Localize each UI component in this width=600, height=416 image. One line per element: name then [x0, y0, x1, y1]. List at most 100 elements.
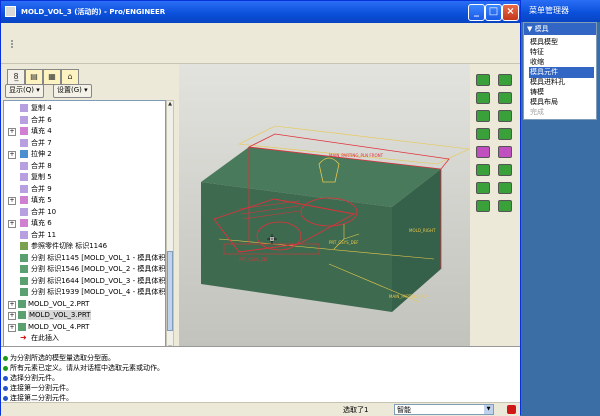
volume-tool-icon[interactable]: [476, 128, 490, 140]
tree-item[interactable]: + MOLD_VOL_2.PRT: [4, 299, 165, 309]
curve-tool-icon[interactable]: [498, 110, 512, 122]
tree-expand-icon[interactable]: +: [8, 220, 16, 228]
tree-item[interactable]: 合并 10: [4, 207, 165, 217]
fill-icon: [20, 219, 28, 227]
fill-icon: [20, 196, 28, 204]
message-bullet-icon: [3, 375, 8, 381]
menu-section-header[interactable]: ▼ 模具: [524, 23, 596, 35]
tree-item[interactable]: + MOLD_VOL_4.PRT: [4, 322, 165, 332]
split-icon: [20, 276, 28, 285]
settings-dropdown[interactable]: 设置(G) ▾: [53, 84, 92, 98]
tree-item[interactable]: 分割 标识1644 [MOLD_VOL_3 - 模具体积 块]: [4, 276, 166, 286]
app-icon: [5, 6, 16, 17]
tree-item[interactable]: + 填充 6: [4, 218, 165, 228]
tree-item-label: 分割 标识1546 [MOLD_VOL_2 - 模具体积 块]: [31, 265, 166, 273]
menu-manager-window: 菜单管理器 ▼ 模具 模具模型 特征 收缩 模具元件 模具进料孔 铸模 模具布局 完成: [521, 0, 600, 415]
split-icon: [20, 265, 28, 273]
tree-item[interactable]: 合并 11: [4, 230, 165, 240]
message-line: 为分割所选的模型量选取分型面。: [3, 353, 115, 363]
tree-item[interactable]: 合并 8: [4, 161, 165, 171]
tree-expand-icon[interactable]: +: [8, 151, 16, 159]
tree-item[interactable]: 参照零件切除 标识1146: [4, 241, 165, 251]
datum-csys-tool-icon[interactable]: [498, 92, 512, 104]
tree-expand-icon[interactable]: +: [8, 300, 16, 309]
maximize-button[interactable]: □: [485, 4, 502, 21]
tree-expand-icon[interactable]: +: [8, 197, 16, 205]
tree-item[interactable]: 分割 标识1546 [MOLD_VOL_2 - 模具体积 块]: [4, 264, 166, 274]
tree-item-label: 合并 9: [31, 184, 52, 193]
cut-icon: [20, 242, 28, 250]
message-text: 连接第一分割元件。: [10, 384, 73, 392]
close-button[interactable]: ×: [502, 4, 519, 21]
menu-manager-title[interactable]: 菜单管理器: [521, 0, 600, 22]
message-bullet-icon: [3, 365, 8, 371]
tree-scrollbar[interactable]: ▲ ▼: [166, 100, 174, 354]
graphics-window[interactable]: MAIN_PARTING_PLN FRONT MOLD_RIGHT MAIN_P…: [179, 64, 471, 346]
model-tree-tab-icon[interactable]: 8̲: [7, 69, 25, 85]
tree-expand-icon[interactable]: +: [8, 312, 16, 320]
part-icon: [18, 322, 26, 331]
show-dropdown[interactable]: 显示(Q) ▾: [5, 84, 44, 98]
selected-count: 选取了1: [343, 406, 369, 414]
tree-item-label: 分割 标识1644 [MOLD_VOL_3 - 模具体积 块]: [31, 276, 166, 285]
mold-model-view[interactable]: MAIN_PARTING_PLN FRONT MOLD_RIGHT MAIN_P…: [179, 64, 471, 346]
tree-item[interactable]: 分割 标识1939 [MOLD_VOL_4 - 模具体积 块]: [4, 287, 165, 297]
merge-icon: [20, 230, 28, 239]
tree-item[interactable]: 分割 标识1145 [MOLD_VOL_1 - 模具体积 块]: [4, 253, 165, 263]
main-window: MOLD_VOL_3 (活动的) - Pro/ENGINEER _ □ × 8̲…: [0, 0, 521, 416]
stop-icon[interactable]: [507, 405, 516, 414]
tree-item[interactable]: + 填充 5: [4, 195, 165, 205]
runner-tool-icon[interactable]: [476, 200, 490, 212]
tree-item-label: 合并 11: [31, 230, 57, 239]
tree-item[interactable]: 合并 6: [4, 115, 165, 125]
tree-item[interactable]: 复制 4: [4, 103, 165, 113]
filter-dropdown[interactable]: 智能 ▼: [394, 404, 494, 415]
menu-item: 完成: [530, 108, 544, 116]
menu-bar: [1, 23, 520, 36]
folder-browser-tab-icon[interactable]: ▤: [25, 69, 43, 85]
tree-expand-icon[interactable]: +: [8, 128, 16, 136]
scroll-up-icon[interactable]: ▲: [167, 101, 173, 108]
split-icon: [20, 253, 28, 262]
tree-item[interactable]: 复制 5: [4, 172, 165, 182]
tree-expand-icon[interactable]: +: [8, 323, 16, 332]
chevron-down-icon[interactable]: ▼: [484, 405, 493, 414]
cut-tool-icon[interactable]: [476, 146, 490, 158]
extrude-icon: [20, 150, 28, 158]
tree-item-label: MOLD_VOL_2.PRT: [28, 299, 90, 308]
title-bar[interactable]: MOLD_VOL_3 (活动的) - Pro/ENGINEER _ □ ×: [1, 1, 520, 23]
favorites-tab-icon[interactable]: ▦: [43, 69, 61, 85]
copy-icon: [20, 104, 28, 112]
shrink-tool-icon[interactable]: [498, 146, 512, 158]
message-bullet-icon: [3, 355, 8, 361]
insert-arrow-icon: ➜: [20, 333, 27, 342]
model-tree-panel: 8̲ ▤ ▦ ⌂ 显示(Q) ▾ 设置(G) ▾ 复制 4 合并 6 + 填充 4 合并…: [1, 64, 179, 354]
menu-manager-list: ▼ 模具 模具模型 特征 收缩 模具元件 模具进料孔 铸模 模具布局 完成: [523, 22, 597, 120]
datum-point-tool-icon[interactable]: [476, 92, 490, 104]
waterline-tool-icon[interactable]: [498, 200, 512, 212]
extract-tool-icon[interactable]: [476, 164, 490, 176]
tree-item-label: MOLD_VOL_4.PRT: [28, 322, 90, 331]
tree-item[interactable]: 合并 9: [4, 184, 165, 194]
connections-tab-icon[interactable]: ⌂: [61, 69, 79, 85]
tree-item-label: 合并 8: [31, 161, 52, 170]
merge-tool-icon[interactable]: [498, 182, 512, 194]
minimize-button[interactable]: _: [468, 4, 485, 21]
label-bottom: MAIN_PARTING_PLN: [389, 294, 428, 299]
tree-item[interactable]: + MOLD_VOL_3.PRT: [4, 310, 165, 320]
tree-item[interactable]: + 拉伸 2: [4, 149, 165, 159]
tree-item[interactable]: + 填充 4: [4, 126, 165, 136]
message-text: 连接第二分割元件。: [10, 394, 73, 402]
toolbar-grip-icon: [11, 40, 19, 48]
scroll-thumb[interactable]: [167, 251, 173, 331]
tree-item-label: 复制 5: [31, 173, 52, 181]
datum-plane-tool-icon[interactable]: [476, 74, 490, 86]
tree-item[interactable]: ➜ 在此插入: [4, 333, 165, 343]
datum-axis-tool-icon[interactable]: [498, 74, 512, 86]
split-tool-icon[interactable]: [498, 128, 512, 140]
sketch-tool-icon[interactable]: [476, 110, 490, 122]
surface-tool-icon[interactable]: [498, 164, 512, 176]
message-line: 连接第一分割元件。: [3, 383, 73, 393]
trim-tool-icon[interactable]: [476, 182, 490, 194]
tree-item[interactable]: 合并 7: [4, 138, 165, 148]
